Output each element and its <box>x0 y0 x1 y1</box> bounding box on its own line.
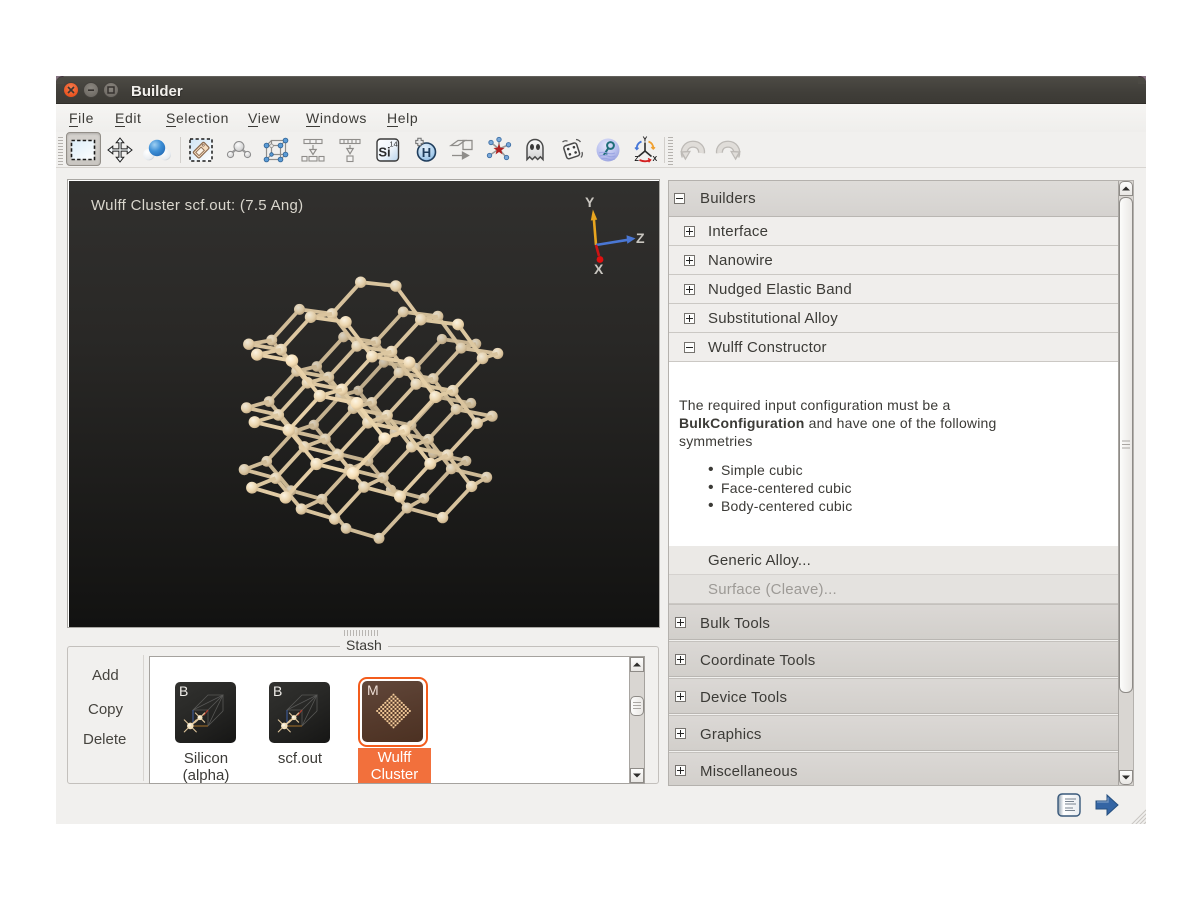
svg-text:H: H <box>422 145 431 160</box>
svg-text:Y: Y <box>643 137 648 144</box>
svg-text:Y: Y <box>585 194 595 210</box>
svg-text:Z: Z <box>635 156 640 163</box>
svg-text:Z: Z <box>636 230 645 246</box>
svg-text:14: 14 <box>389 140 397 149</box>
svg-text:X: X <box>653 156 658 163</box>
svg-text:X: X <box>594 261 604 277</box>
